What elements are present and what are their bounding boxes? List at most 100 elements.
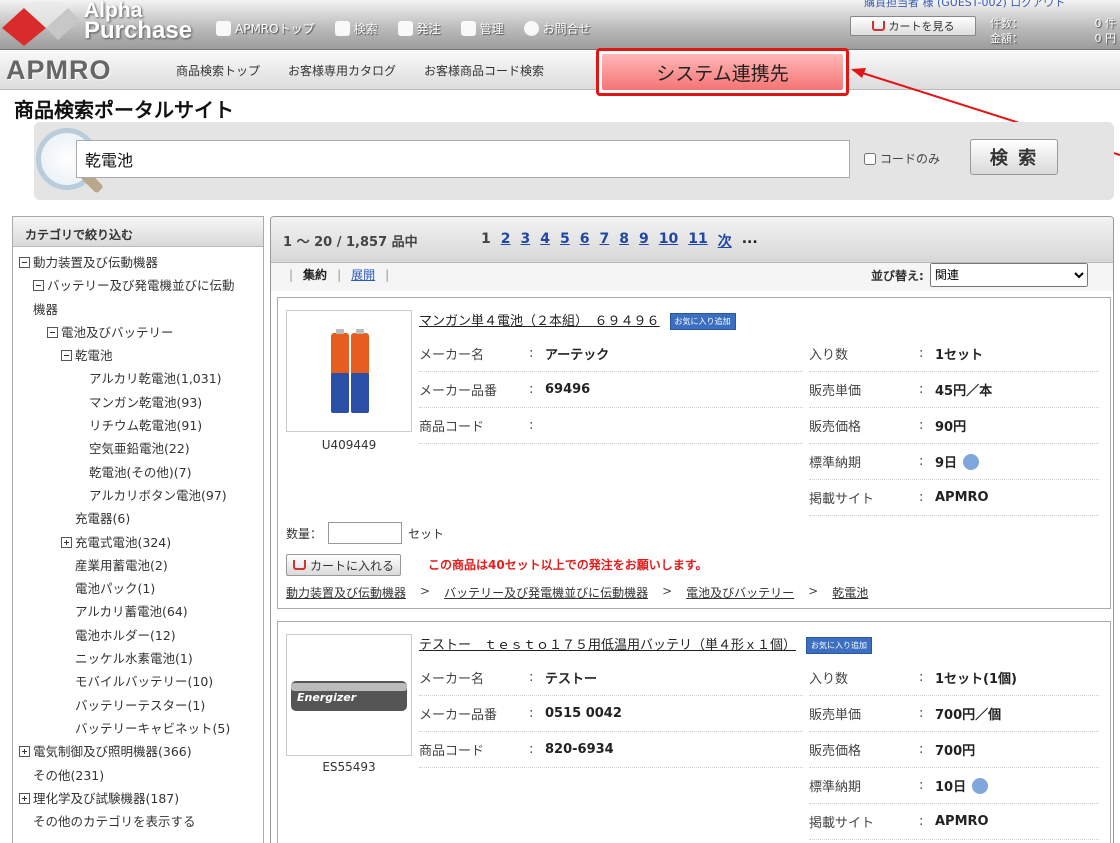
link-customer-catalog[interactable]: お客様専用カタログ (288, 62, 396, 79)
crumb-link[interactable]: 動力装置及び伝動機器 (286, 584, 406, 601)
sidebar-category-item[interactable]: 産業用蓄電池(2) (13, 554, 263, 577)
sidebar-category-item[interactable]: バッテリーキャビネット(5) (13, 717, 263, 740)
sidebar-category-item[interactable]: モバイルバッテリー(10) (13, 670, 263, 693)
spec-lead-time: 標準納期:9日 (809, 444, 1099, 480)
user-info[interactable]: 購買担当者 様 (GUEST-002) ログアウト (864, 0, 1065, 10)
product-title-link[interactable]: マンガン単４電池（２本組） ６９４９６ お気に入り追加 (419, 310, 736, 330)
page-link[interactable]: 8 (619, 231, 629, 251)
page-link[interactable]: 4 (540, 231, 550, 251)
expand-icon[interactable] (19, 746, 30, 758)
result-count: 1 ～ 20 / 1,857 品中 (283, 235, 418, 250)
sidebar-category-label: バッテリーテスター(1) (75, 697, 206, 713)
search-button[interactable]: 検 索 (970, 139, 1058, 175)
page-link[interactable]: 5 (560, 231, 570, 251)
help-icon[interactable] (972, 777, 989, 794)
page-link[interactable]: 11 (688, 231, 707, 251)
apmro-logo[interactable]: APMRO (6, 55, 112, 86)
product-title-link[interactable]: テストー ｔｅｓｔｏ１７５用低温用バッテリ（単４形ｘ１個） お気に入り追加 (419, 634, 873, 654)
view-cart-button[interactable]: カートを見る (850, 16, 976, 36)
product-image[interactable] (286, 310, 412, 432)
add-to-cart-button[interactable]: カートに入れる (286, 554, 402, 576)
product-card: U409449 マンガン単４電池（２本組） ６９４９６ お気に入り追加 メーカー名… (277, 297, 1111, 609)
cart-icon (293, 560, 306, 570)
nav-order[interactable]: 発注 (397, 20, 441, 37)
sidebar-category-label: 産業用蓄電池(2) (75, 557, 168, 573)
crumb-link[interactable]: 電池及びバッテリー (686, 584, 794, 601)
collapse-icon[interactable] (33, 280, 44, 292)
code-only-checkbox[interactable]: コードのみ (864, 150, 940, 167)
sidebar-category-item[interactable]: バッテリーテスター(1) (13, 694, 263, 717)
crumb-link[interactable]: バッテリー及び発電機並びに伝動機器 (444, 584, 648, 601)
pagination: 1 2 3 4 5 6 7 8 9 10 11 次... (481, 231, 758, 251)
sidebar-category-item[interactable]: 機器 (13, 298, 263, 321)
pen-icon (397, 21, 413, 36)
sidebar-category-item[interactable]: 動力装置及び伝動機器 (13, 251, 263, 274)
spec-price: 販売価格:90円 (809, 408, 1099, 444)
sidebar-category-label: 電池及びバッテリー (61, 324, 174, 340)
page-title: 商品検索ポータルサイト (14, 98, 234, 122)
sidebar-category-item[interactable]: 充電器(6) (13, 507, 263, 530)
link-product-search-top[interactable]: 商品検索トップ (176, 62, 260, 79)
sidebar-category-item[interactable]: 電池ホルダー(12) (13, 624, 263, 647)
collapse-icon[interactable] (47, 326, 58, 338)
home-icon (216, 21, 231, 36)
quantity-row: 数量： セット (286, 522, 444, 544)
sidebar-category-item[interactable]: その他のカテゴリを表示する (13, 810, 263, 833)
sidebar-category-item[interactable]: アルカリ乾電池(1,031) (13, 367, 263, 390)
page-link[interactable]: 9 (639, 231, 649, 251)
sidebar-category-item[interactable]: 電気制御及び照明機器(366) (13, 740, 263, 763)
page-link[interactable]: 6 (580, 231, 590, 251)
search-input[interactable] (76, 140, 850, 178)
collapse-icon[interactable] (61, 350, 72, 362)
logo-text[interactable]: Alpha Purchase (84, 0, 192, 43)
add-favorite-button[interactable]: お気に入り追加 (669, 313, 736, 330)
page-link[interactable]: 2 (501, 231, 511, 251)
gear-icon (460, 21, 476, 36)
sidebar-category-item[interactable]: 電池及びバッテリー (13, 321, 263, 344)
page-link[interactable]: 10 (659, 231, 678, 251)
page-link[interactable]: 7 (600, 231, 610, 251)
crumb-link[interactable]: 乾電池 (832, 584, 868, 601)
page-link[interactable]: 3 (521, 231, 531, 251)
sidebar-category-item[interactable]: 充電式電池(324) (13, 531, 263, 554)
sidebar-category-item[interactable]: バッテリー及び発電機並びに伝動 (13, 274, 263, 297)
sidebar-category-item[interactable]: 理化学及び試験機器(187) (13, 787, 263, 810)
expand-icon[interactable] (61, 536, 72, 548)
collapse-icon[interactable] (19, 257, 30, 268)
results-panel: 1 ～ 20 / 1,857 品中 1 2 3 4 5 6 7 8 9 10 11 次... | 集約… (270, 216, 1114, 843)
spec-qty: 入り数:1セット (809, 336, 1099, 372)
sidebar-category-item[interactable]: 乾電池(その他)(7) (13, 461, 263, 484)
sort-select[interactable]: 関連 (929, 263, 1088, 287)
next-page-link[interactable]: 次 (718, 231, 732, 251)
sidebar-category-label: アルカリ乾電池(1,031) (89, 371, 222, 387)
nav-contact[interactable]: お問合せ (523, 20, 591, 37)
nav-search[interactable]: 検索 (334, 20, 378, 37)
nav-manage[interactable]: 管理 (460, 20, 504, 37)
nav-apmro-top[interactable]: APMROトップ (216, 20, 315, 37)
expand-icon[interactable] (19, 792, 30, 804)
sidebar-category-item[interactable]: ニッケル水素電池(1) (13, 647, 263, 670)
spec-code: 商品コード:820-6934 (419, 732, 803, 768)
view-expand-tab[interactable]: 展開 (351, 266, 375, 283)
sidebar-category-item[interactable]: リチウム乾電池(91) (13, 414, 263, 437)
sidebar-category-item[interactable]: アルカリ蓄電池(64) (13, 600, 263, 623)
view-compact-tab[interactable]: 集約 (303, 266, 327, 283)
sidebar-category-item[interactable]: アルカリボタン電池(97) (13, 484, 263, 507)
code-only-check[interactable] (864, 152, 876, 165)
add-favorite-button[interactable]: お気に入り追加 (806, 637, 873, 654)
sidebar-category-label: ニッケル水素電池(1) (75, 651, 193, 667)
spec-price: 販売価格:700円 (809, 732, 1099, 768)
sidebar-category-item[interactable]: 乾電池 (13, 344, 263, 367)
sidebar-category-item[interactable]: マンガン乾電池(93) (13, 391, 263, 414)
sidebar-category-item[interactable]: その他(231) (13, 764, 263, 787)
spec-unit-price: 販売単価:45円／本 (809, 372, 1099, 408)
alpha-purchase-logo-icon[interactable] (2, 2, 80, 46)
quantity-input[interactable] (328, 522, 403, 544)
link-customer-code-search[interactable]: お客様商品コード検索 (424, 62, 544, 79)
sidebar-category-item[interactable]: 電池パック(1) (13, 577, 263, 600)
spec-site: 掲載サイト: APMRO (809, 480, 1099, 516)
help-icon[interactable] (963, 453, 980, 470)
product-image[interactable]: Energizer (286, 634, 412, 756)
system-link-button[interactable]: システム連携先 (596, 48, 849, 96)
sidebar-category-item[interactable]: 空気亜鉛電池(22) (13, 437, 263, 460)
